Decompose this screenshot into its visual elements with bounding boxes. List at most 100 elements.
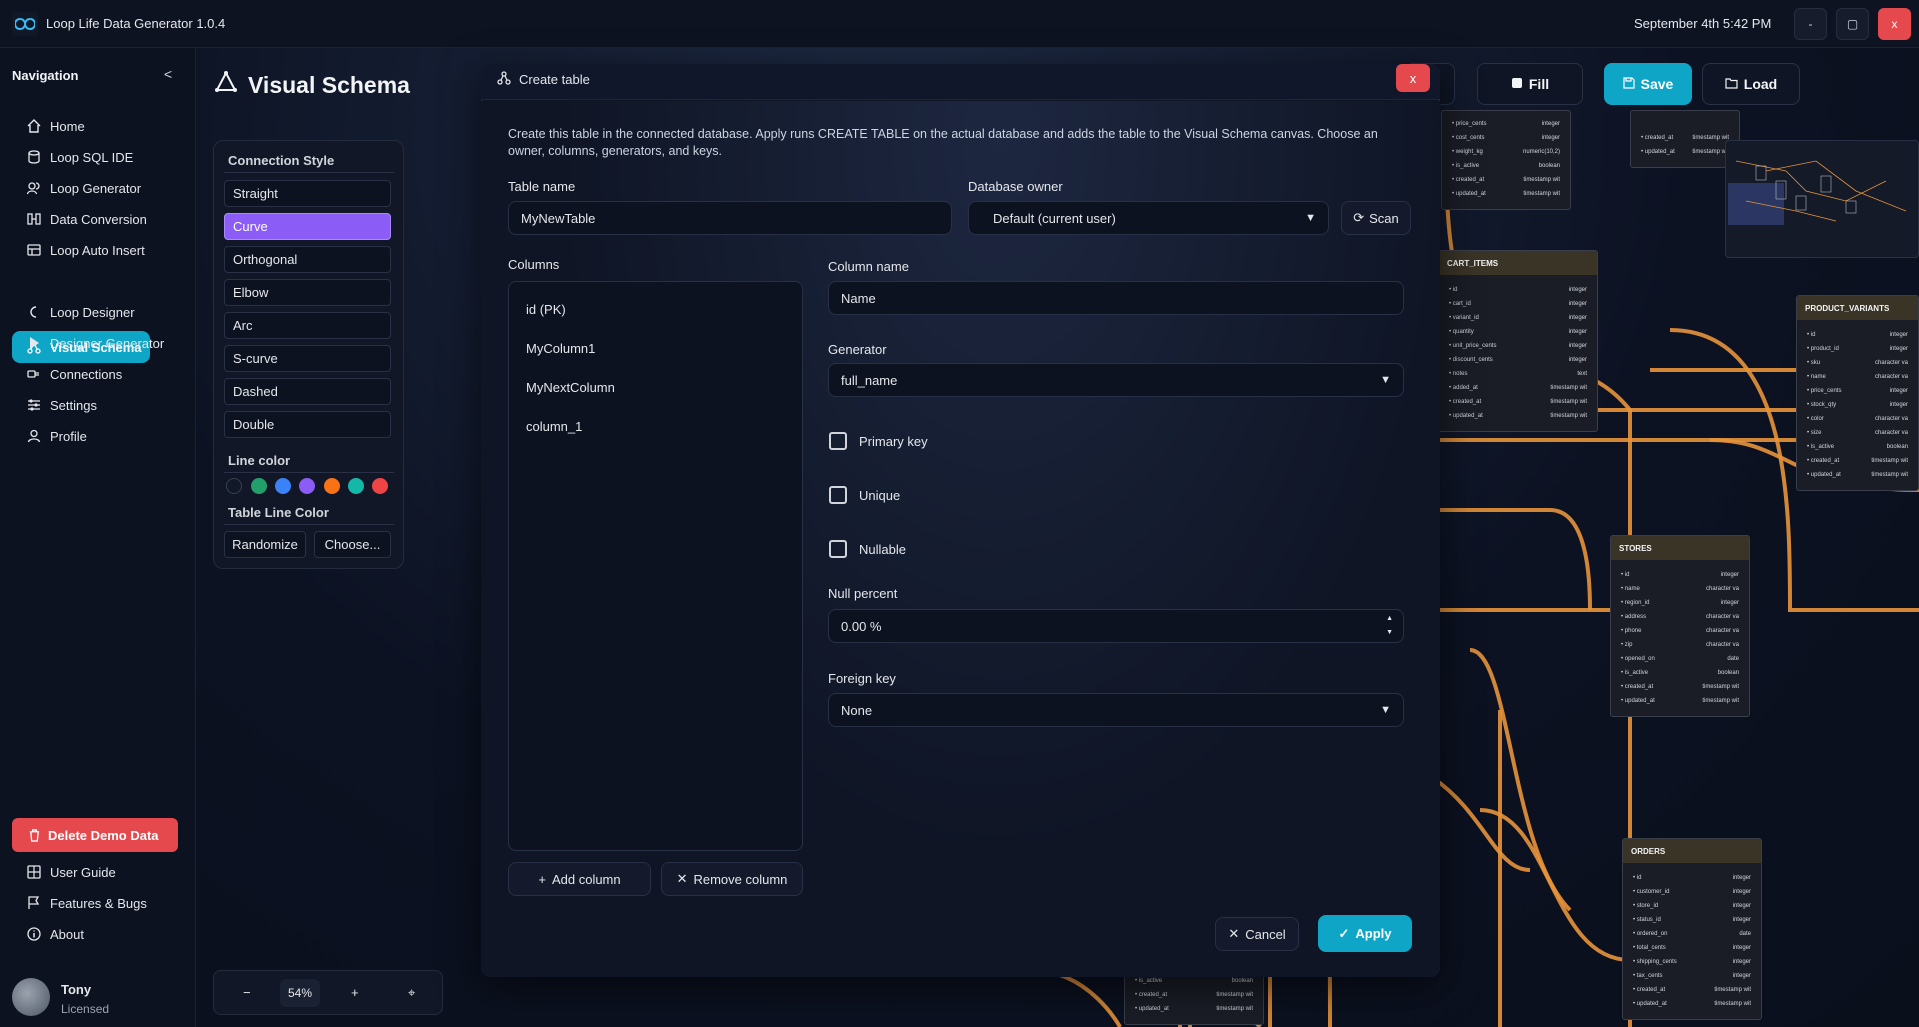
page-title: Visual Schema bbox=[214, 70, 410, 100]
list-item[interactable]: column_1 bbox=[526, 419, 582, 434]
unique-checkbox[interactable] bbox=[829, 486, 847, 504]
style-option-curve[interactable]: Curve bbox=[224, 213, 391, 240]
collapse-sidebar-button[interactable]: < bbox=[164, 66, 172, 82]
color-swatch-red[interactable] bbox=[372, 478, 388, 494]
schema-table-row: • id integer bbox=[1615, 572, 1745, 586]
column-type: integer bbox=[1732, 917, 1751, 923]
fill-button[interactable]: Fill bbox=[1477, 63, 1583, 105]
database-owner-select[interactable]: Default (current user) ▼ bbox=[968, 201, 1329, 235]
randomize-button[interactable]: Randomize bbox=[224, 531, 306, 558]
dialog-close-button[interactable]: x bbox=[1396, 64, 1430, 92]
sidebar-item-loop-auto-insert[interactable]: Loop Auto Insert bbox=[12, 234, 184, 266]
sidebar-item-home[interactable]: Home bbox=[12, 110, 184, 142]
sidebar-item-data-conversion[interactable]: Data Conversion bbox=[12, 203, 184, 235]
primary-key-label: Primary key bbox=[859, 434, 928, 449]
avatar[interactable] bbox=[12, 978, 50, 1016]
spin-up-icon[interactable]: ▲ bbox=[1386, 615, 1393, 622]
maximize-button[interactable]: ▢ bbox=[1836, 8, 1869, 40]
sidebar-item-label: About bbox=[50, 926, 84, 942]
column-type: timestamp wit bbox=[1550, 399, 1587, 405]
null-percent-spinbox[interactable]: 0.00 % ▲ ▼ bbox=[828, 609, 1404, 643]
column-name: • discount_cents bbox=[1449, 357, 1493, 363]
schema-table-row: • phone character va bbox=[1615, 628, 1745, 642]
user-name: Tony bbox=[61, 982, 92, 997]
sidebar-item-loop-generator[interactable]: Loop Generator bbox=[12, 172, 184, 204]
sidebar-item-about[interactable]: About bbox=[12, 918, 184, 950]
style-option-orthogonal[interactable]: Orthogonal bbox=[224, 246, 391, 273]
cancel-button[interactable]: ✕ Cancel bbox=[1215, 917, 1299, 951]
style-option-double[interactable]: Double bbox=[224, 411, 391, 438]
table-name-input[interactable]: MyNewTable bbox=[508, 201, 952, 235]
schema-table[interactable]: PRODUCT_VARIANTS • id integer • product_id i… bbox=[1796, 295, 1919, 491]
close-window-button[interactable]: x bbox=[1878, 8, 1911, 40]
sidebar-item-profile[interactable]: Profile bbox=[12, 420, 184, 452]
column-name: • tax_cents bbox=[1633, 973, 1663, 979]
color-swatch-black[interactable] bbox=[226, 478, 242, 494]
color-swatch-orange[interactable] bbox=[324, 478, 340, 494]
nullable-checkbox[interactable] bbox=[829, 540, 847, 558]
column-type: timestamp wit bbox=[1523, 191, 1560, 197]
style-option-dashed[interactable]: Dashed bbox=[224, 378, 391, 405]
delete-demo-data-button[interactable]: Delete Demo Data bbox=[12, 818, 178, 852]
color-swatch-green[interactable] bbox=[251, 478, 267, 494]
schema-table[interactable]: • created_at timestamp wit • updated_at tim… bbox=[1630, 110, 1740, 168]
list-item[interactable]: MyNextColumn bbox=[526, 380, 615, 395]
columns-list[interactable]: id (PK) MyColumn1 MyNextColumn column_1 bbox=[508, 281, 803, 851]
style-option-arc[interactable]: Arc bbox=[224, 312, 391, 339]
style-option-elbow[interactable]: Elbow bbox=[224, 279, 391, 306]
minimize-button[interactable]: - bbox=[1794, 8, 1827, 40]
add-column-button[interactable]: + Add column bbox=[508, 862, 651, 896]
list-item[interactable]: id (PK) bbox=[526, 302, 566, 317]
schema-table[interactable]: CART_ITEMS • id integer • cart_id integer • v… bbox=[1438, 250, 1598, 432]
schema-table-row: • name character va bbox=[1801, 374, 1914, 388]
relationship-line bbox=[1439, 358, 1632, 1027]
color-swatch-teal[interactable] bbox=[348, 478, 364, 494]
sidebar: Navigation < Home Loop SQL IDE Loop Gene… bbox=[0, 48, 196, 1027]
column-name: • region_id bbox=[1621, 600, 1650, 606]
zoom-out-button[interactable]: − bbox=[243, 985, 251, 1000]
zoom-in-button[interactable]: + bbox=[351, 985, 359, 1000]
schema-table-row: • cost_cents integer bbox=[1446, 135, 1566, 149]
sidebar-item-designer-generator[interactable]: Designer Generator bbox=[12, 327, 184, 359]
generator-value: full_name bbox=[841, 372, 898, 388]
schema-table-row: • id integer bbox=[1801, 332, 1914, 346]
generator-select[interactable]: full_name ▼ bbox=[828, 363, 1404, 397]
x-icon: ✕ bbox=[1228, 926, 1240, 941]
fit-view-button[interactable]: ⌖ bbox=[408, 985, 415, 1001]
primary-key-checkbox[interactable] bbox=[829, 432, 847, 450]
sidebar-item-loop-sql-ide[interactable]: Loop SQL IDE bbox=[12, 141, 184, 173]
column-type: integer bbox=[1720, 572, 1739, 578]
schema-table-row: • stock_qty integer bbox=[1801, 402, 1914, 416]
sidebar-item-settings[interactable]: Settings bbox=[12, 389, 184, 421]
sidebar-item-user-guide[interactable]: User Guide bbox=[12, 856, 184, 888]
table-name-label: Table name bbox=[508, 179, 576, 194]
scan-button[interactable]: ⟳ Scan bbox=[1341, 201, 1411, 235]
spin-down-icon[interactable]: ▼ bbox=[1386, 629, 1393, 636]
schema-table[interactable]: ORDERS • id integer • customer_id integer • s… bbox=[1622, 838, 1762, 1020]
color-swatch-blue[interactable] bbox=[275, 478, 291, 494]
schema-table-row: • zip character va bbox=[1615, 642, 1745, 656]
load-label: Load bbox=[1743, 76, 1778, 92]
sidebar-item-loop-designer[interactable]: Loop Designer bbox=[12, 296, 184, 328]
load-button[interactable]: Load bbox=[1702, 63, 1800, 105]
schema-table[interactable]: STORES • id integer • name character va • reg… bbox=[1610, 535, 1750, 717]
sidebar-item-features-bugs[interactable]: Features & Bugs bbox=[12, 887, 184, 919]
style-option-s-curve[interactable]: S-curve bbox=[224, 345, 391, 372]
sidebar-item-connections[interactable]: Connections bbox=[12, 358, 184, 390]
foreign-key-select[interactable]: None ▼ bbox=[828, 693, 1404, 727]
list-item[interactable]: MyColumn1 bbox=[526, 341, 595, 356]
relationship-line bbox=[1469, 648, 1572, 912]
choose-color-button[interactable]: Choose... bbox=[314, 531, 391, 558]
color-swatch-purple[interactable] bbox=[299, 478, 315, 494]
schema-table[interactable]: • price_cents integer • cost_cents integer •… bbox=[1441, 110, 1571, 210]
column-name: • id bbox=[1449, 287, 1458, 293]
column-name-input[interactable]: Name bbox=[828, 281, 1404, 315]
chevron-down-icon: ▼ bbox=[1380, 704, 1391, 716]
style-option-straight[interactable]: Straight bbox=[224, 180, 391, 207]
remove-column-button[interactable]: ✕ Remove column bbox=[661, 862, 803, 896]
save-button[interactable]: Save bbox=[1604, 63, 1692, 105]
minimap[interactable] bbox=[1725, 140, 1919, 258]
apply-button[interactable]: ✓ Apply bbox=[1318, 915, 1412, 952]
nullable-label: Nullable bbox=[859, 542, 906, 557]
sidebar-item-label: Data Conversion bbox=[50, 211, 147, 227]
